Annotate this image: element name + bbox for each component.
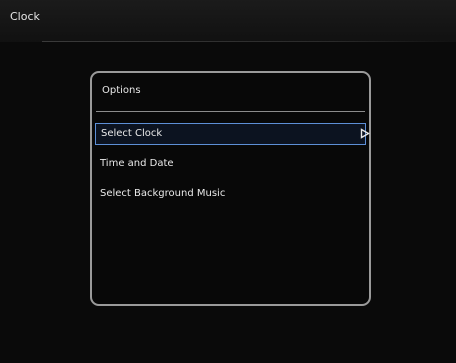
page-title: Clock bbox=[10, 10, 40, 23]
menu-item-select-clock[interactable]: Select Clock bbox=[95, 123, 370, 145]
menu-item-time-and-date[interactable]: Time and Date bbox=[95, 153, 366, 175]
menu-item-label: Select Background Music bbox=[100, 188, 226, 199]
panel-divider bbox=[96, 111, 365, 112]
menu-item-label: Select Clock bbox=[101, 128, 163, 139]
header-bar: Clock bbox=[0, 0, 456, 42]
panel-title: Options bbox=[102, 85, 141, 96]
options-panel: Options Select Clock Time and Date Selec… bbox=[90, 71, 371, 306]
menu-item-select-background-music[interactable]: Select Background Music bbox=[95, 183, 366, 205]
header-divider bbox=[42, 41, 456, 42]
menu-item-label: Time and Date bbox=[100, 158, 174, 169]
options-menu: Select Clock Time and Date Select Backgr… bbox=[92, 123, 370, 213]
